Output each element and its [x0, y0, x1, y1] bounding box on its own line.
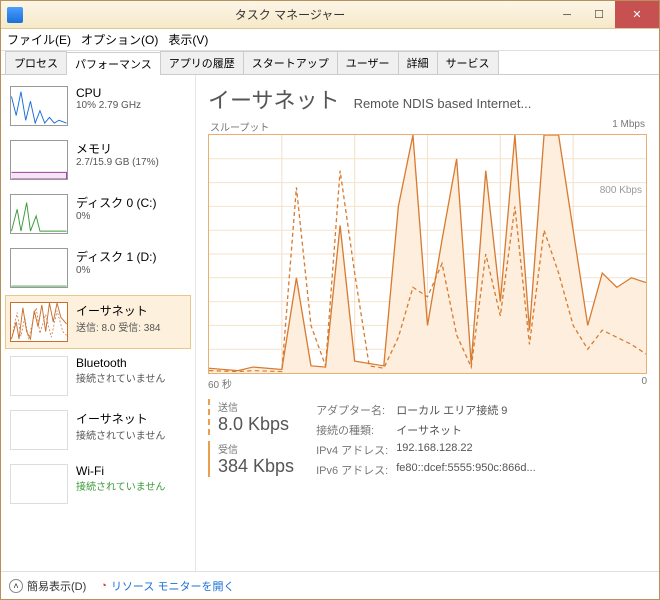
menubar: ファイル(E) オプション(O) 表示(V)	[1, 29, 659, 51]
chart-mid-label: 800 Kbps	[600, 185, 642, 196]
disk0-thumbnail	[10, 194, 68, 234]
minimize-button[interactable]: ─	[551, 1, 583, 28]
tab-details[interactable]: 詳細	[398, 51, 438, 74]
sidebar-item-label: CPU	[76, 86, 186, 100]
sidebar-item-sub: 0%	[76, 265, 186, 276]
wifi-thumbnail	[10, 464, 68, 504]
sidebar-item-label: Bluetooth	[76, 356, 186, 370]
recv-stat: 受信 384 Kbps	[208, 441, 294, 477]
axis-left: 60 秒	[208, 376, 232, 391]
memory-thumbnail	[10, 140, 68, 180]
titlebar[interactable]: タスク マネージャー ─ ☐ ✕	[1, 1, 659, 29]
sidebar-item-sub: 送信: 8.0 受信: 384	[76, 319, 186, 334]
resmon-icon: ◔	[100, 580, 107, 592]
sidebar-item-sub: 2.7/15.9 GB (17%)	[76, 157, 186, 168]
sidebar-item-wifi[interactable]: Wi-Fi 接続されていません	[5, 457, 191, 511]
tab-processes[interactable]: プロセス	[5, 51, 67, 74]
ipv4-value: 192.168.128.22	[396, 441, 541, 459]
content-area: CPU 10% 2.79 GHz メモリ 2.7/15.9 GB (17%) デ…	[1, 75, 659, 571]
sidebar-item-memory[interactable]: メモリ 2.7/15.9 GB (17%)	[5, 133, 191, 187]
axis-right: 0	[641, 376, 647, 391]
sidebar-item-disk1[interactable]: ディスク 1 (D:) 0%	[5, 241, 191, 295]
connection-type-label: 接続の種類:	[316, 421, 394, 439]
sidebar-item-label: Wi-Fi	[76, 464, 186, 478]
sidebar-item-label: ディスク 0 (C:)	[76, 194, 186, 211]
sidebar-item-ethernet2[interactable]: イーサネット 接続されていません	[5, 403, 191, 457]
adapter-name-label: アダプター名:	[316, 401, 394, 419]
sidebar-item-label: イーサネット	[76, 302, 186, 319]
cpu-thumbnail	[10, 86, 68, 126]
adapter-description: Remote NDIS based Internet...	[354, 96, 647, 111]
send-label: 送信	[218, 399, 294, 414]
send-value: 8.0 Kbps	[218, 414, 294, 435]
bluetooth-thumbnail	[10, 356, 68, 396]
page-title: イーサネット	[208, 83, 340, 115]
resource-monitor-link[interactable]: ◔ リソース モニターを開く	[100, 578, 234, 594]
connection-details: アダプター名:ローカル エリア接続 9 接続の種類:イーサネット IPv4 アド…	[314, 399, 544, 481]
disk1-thumbnail	[10, 248, 68, 288]
tab-users[interactable]: ユーザー	[337, 51, 399, 74]
close-button[interactable]: ✕	[615, 1, 659, 28]
stats-area: 送信 8.0 Kbps 受信 384 Kbps アダプター名:ローカル エリア接…	[208, 399, 647, 481]
tab-startup[interactable]: スタートアップ	[243, 51, 338, 74]
sidebar-item-label: イーサネット	[76, 410, 186, 427]
throughput-label: スループット	[210, 119, 269, 134]
connection-type-value: イーサネット	[396, 421, 541, 439]
recv-label: 受信	[218, 441, 294, 456]
sidebar-item-label: ディスク 1 (D:)	[76, 248, 186, 265]
menu-file[interactable]: ファイル(E)	[7, 31, 71, 48]
menu-view[interactable]: 表示(V)	[168, 31, 208, 48]
ipv6-label: IPv6 アドレス:	[316, 461, 394, 479]
fewer-details-button[interactable]: ˄ 簡易表示(D)	[9, 578, 86, 594]
ipv6-value: fe80::dcef:5555:950c:866d...	[396, 461, 541, 479]
sidebar-item-cpu[interactable]: CPU 10% 2.79 GHz	[5, 79, 191, 133]
performance-sidebar[interactable]: CPU 10% 2.79 GHz メモリ 2.7/15.9 GB (17%) デ…	[1, 75, 196, 571]
task-manager-window: タスク マネージャー ─ ☐ ✕ ファイル(E) オプション(O) 表示(V) …	[0, 0, 660, 600]
ipv4-label: IPv4 アドレス:	[316, 441, 394, 459]
tab-services[interactable]: サービス	[437, 51, 499, 74]
main-panel: イーサネット Remote NDIS based Internet... スルー…	[196, 75, 659, 571]
tab-strip: プロセス パフォーマンス アプリの履歴 スタートアップ ユーザー 詳細 サービス	[1, 51, 659, 75]
window-title: タスク マネージャー	[29, 6, 551, 23]
chart-max-label: 1 Mbps	[612, 119, 645, 134]
maximize-button[interactable]: ☐	[583, 1, 615, 28]
ethernet2-thumbnail	[10, 410, 68, 450]
app-icon	[7, 7, 23, 23]
sidebar-item-bluetooth[interactable]: Bluetooth 接続されていません	[5, 349, 191, 403]
footer: ˄ 簡易表示(D) ◔ リソース モニターを開く	[1, 571, 659, 599]
ethernet-thumbnail	[10, 302, 68, 342]
recv-value: 384 Kbps	[218, 456, 294, 477]
sidebar-item-sub: 接続されていません	[76, 427, 186, 442]
window-controls: ─ ☐ ✕	[551, 1, 659, 28]
tab-performance[interactable]: パフォーマンス	[66, 52, 161, 75]
adapter-name-value: ローカル エリア接続 9	[396, 401, 541, 419]
tab-app-history[interactable]: アプリの履歴	[160, 51, 244, 74]
sidebar-item-sub: 接続されていません	[76, 478, 186, 493]
sidebar-item-ethernet[interactable]: イーサネット 送信: 8.0 受信: 384	[5, 295, 191, 349]
menu-options[interactable]: オプション(O)	[81, 31, 158, 48]
send-stat: 送信 8.0 Kbps	[208, 399, 294, 435]
chevron-up-icon: ˄	[9, 579, 23, 593]
sidebar-item-sub: 接続されていません	[76, 370, 186, 385]
sidebar-item-label: メモリ	[76, 140, 186, 157]
sidebar-item-sub: 0%	[76, 211, 186, 222]
sidebar-item-sub: 10% 2.79 GHz	[76, 100, 186, 111]
sidebar-item-disk0[interactable]: ディスク 0 (C:) 0%	[5, 187, 191, 241]
throughput-chart[interactable]: 800 Kbps	[208, 134, 647, 374]
